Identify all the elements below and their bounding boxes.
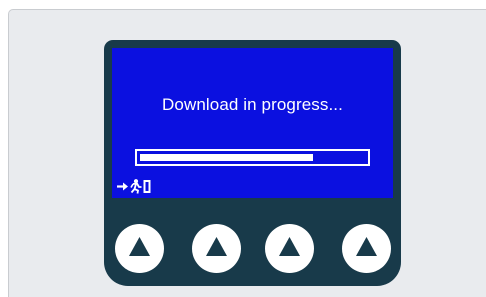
soft-button-1[interactable] xyxy=(115,224,164,273)
lcd-screen: Download in progress... xyxy=(112,48,393,198)
soft-button-4[interactable] xyxy=(342,224,391,273)
triangle-up-icon xyxy=(206,237,227,256)
soft-button-2[interactable] xyxy=(192,224,241,273)
exit-arrow-icon[interactable] xyxy=(117,179,159,194)
status-message: Download in progress... xyxy=(162,95,343,114)
soft-button-3[interactable] xyxy=(265,224,314,273)
triangle-up-icon xyxy=(279,237,300,256)
triangle-up-icon xyxy=(129,237,150,256)
button-row xyxy=(104,198,401,286)
device-body: Download in progress... xyxy=(104,40,401,286)
progress-fill xyxy=(140,154,313,161)
triangle-up-icon xyxy=(356,237,377,256)
download-progress-bar xyxy=(135,149,370,166)
